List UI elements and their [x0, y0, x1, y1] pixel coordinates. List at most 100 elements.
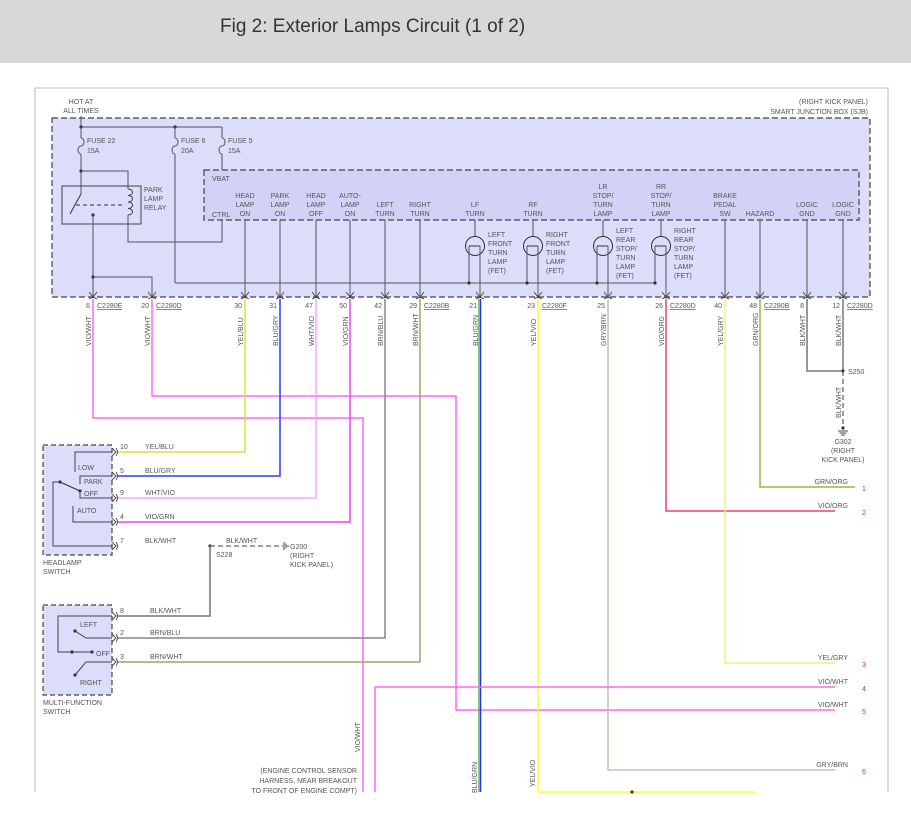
sjb-output-label: RR [656, 184, 666, 191]
wire-color-label: YEL/BLU [145, 444, 174, 451]
multi-function-switch-label: MULTI-FUNCTION [43, 700, 102, 707]
switch-pin-icon [111, 493, 118, 503]
junction-dot [58, 480, 62, 484]
sjb-output-label: PARK [271, 193, 290, 200]
sjb-output-label: TURN [410, 211, 429, 218]
switch-pin-icon [111, 611, 118, 621]
engine-harness-note: (ENGINE CONTROL SENSOR [260, 768, 357, 775]
pin-number: 21 [469, 303, 477, 310]
fuse-label: FUSE 22 [87, 138, 116, 145]
output-wire-label: VIO/ORG [818, 503, 848, 510]
fuse-label: FUSE 5 [228, 138, 253, 145]
pin-number: 31 [269, 303, 277, 310]
wire-color-label: YEL/BLU [238, 317, 245, 346]
sjb-output-label: ON [275, 211, 286, 218]
connector-id: C2280B [764, 303, 790, 310]
connector-id: C2280F [542, 303, 567, 310]
wire-vio-org [665, 299, 835, 512]
wire-color-label: YEL/GRY [718, 315, 725, 346]
switch-pin-icon [111, 447, 118, 457]
lamp-fet-label: LEFT [488, 232, 506, 239]
park-lamp-relay-label: RELAY [144, 205, 167, 212]
ground-icon [838, 430, 848, 436]
wire-color-label: WHT/VIO [145, 490, 175, 497]
splice-s228-label: S228 [216, 552, 232, 559]
junction-dot [630, 790, 634, 794]
pin-number: 5 [120, 468, 124, 475]
sjb-output-label: SW [719, 211, 731, 218]
lamp-fet-label: LAMP [674, 264, 693, 271]
sjb-output-label: ON [345, 211, 356, 218]
sjb-output-label: HAZARD [746, 211, 775, 218]
lamp-fet-label: TURN [488, 250, 507, 257]
pin-number: 30 [234, 303, 242, 310]
wire-color-label: BRN/BLU [150, 630, 180, 637]
switch-position-label: AUTO [77, 508, 97, 515]
switch-pin-icon [111, 517, 118, 527]
wire-gry-brn [607, 299, 835, 771]
lamp-fet-label: (FET) [546, 268, 564, 275]
output-number: 5 [862, 709, 866, 716]
connector-id: C2280D [847, 303, 873, 310]
sjb-output-label: LAMP [651, 211, 670, 218]
lamp-fet-label: RIGHT [546, 232, 569, 239]
output-number: 1 [862, 486, 866, 493]
connector-id: C2280D [156, 303, 182, 310]
ground-g200-label: (RIGHT [290, 553, 315, 560]
lamp-fet-label: REAR [674, 237, 693, 244]
ground-icon [283, 542, 289, 550]
junction-dot [525, 281, 529, 285]
sjb-output-label: RF [528, 202, 537, 209]
wire-color-label: BRN/WHT [413, 313, 420, 346]
engine-harness-note: HARNESS, NEAR BREAKOUT [259, 778, 357, 785]
pin-number: 23 [527, 303, 535, 310]
switch-position-label: LOW [78, 465, 94, 472]
sjb-output-label: LAMP [340, 202, 359, 209]
sjb-output-label: TURN [651, 202, 670, 209]
ground-g200-label: KICK PANEL) [290, 562, 333, 569]
vbat-label: VBAT [212, 176, 230, 183]
pin-number: 25 [597, 303, 605, 310]
lamp-fet-label: LAMP [488, 259, 507, 266]
sjb-output-label: AUTO- [339, 193, 361, 200]
wire-yel-blu [118, 299, 246, 453]
wire-color-label: GRN/ORG [753, 313, 760, 346]
output-wire-label: GRN/ORG [815, 479, 848, 486]
ground-g200-label: G200 [290, 544, 307, 551]
sjb-output-label: LAMP [306, 202, 325, 209]
pin-number: 42 [374, 303, 382, 310]
pin-number: 2 [120, 630, 124, 637]
wire-color-label: BLK/WHT [836, 386, 843, 418]
junction-dot [70, 650, 74, 654]
sjb-output-label: LR [599, 184, 608, 191]
park-lamp-relay-label: LAMP [144, 196, 163, 203]
pin-number: 20 [141, 303, 149, 310]
wire-color-label: BLU/GRY [145, 468, 176, 475]
wire-color-label: WHT/VIO [309, 316, 316, 346]
switch-position-label: OFF [96, 651, 110, 658]
lamp-fet-label: STOP/ [674, 246, 695, 253]
wire-color-label: BLK/WHT [150, 608, 182, 615]
sjb-output-label: RIGHT [409, 202, 432, 209]
splice-s250-label: S250 [848, 369, 864, 376]
multi-function-switch-label: SWITCH [43, 709, 71, 716]
wire-color-label: VIO/GRN [145, 514, 175, 521]
output-wire-label: VIO/WHT [818, 702, 849, 709]
pin-number: 12 [832, 303, 840, 310]
lamp-fet-label: (FET) [616, 273, 634, 280]
lamp-fet-label: LEFT [616, 228, 634, 235]
output-number: 4 [862, 686, 866, 693]
wire-color-label: GRY/BRN [601, 314, 608, 346]
sjb-output-label: LOGIC [832, 202, 854, 209]
output-wire-label: GRY/BRN [816, 762, 848, 769]
lamp-fet-label: TURN [546, 250, 565, 257]
wire-color-label: BLK/WHT [226, 538, 258, 545]
connector-id: C2280D [670, 303, 696, 310]
wire-color-label: VIO/GRN [343, 316, 350, 346]
sjb-output-label: ON [240, 211, 251, 218]
junction-dot [90, 650, 94, 654]
sjb-output-label: GND [835, 211, 851, 218]
wire-color-label: BLK/WHT [800, 314, 807, 346]
pin-number: 26 [655, 303, 663, 310]
lamp-fet-label: FRONT [546, 241, 571, 248]
